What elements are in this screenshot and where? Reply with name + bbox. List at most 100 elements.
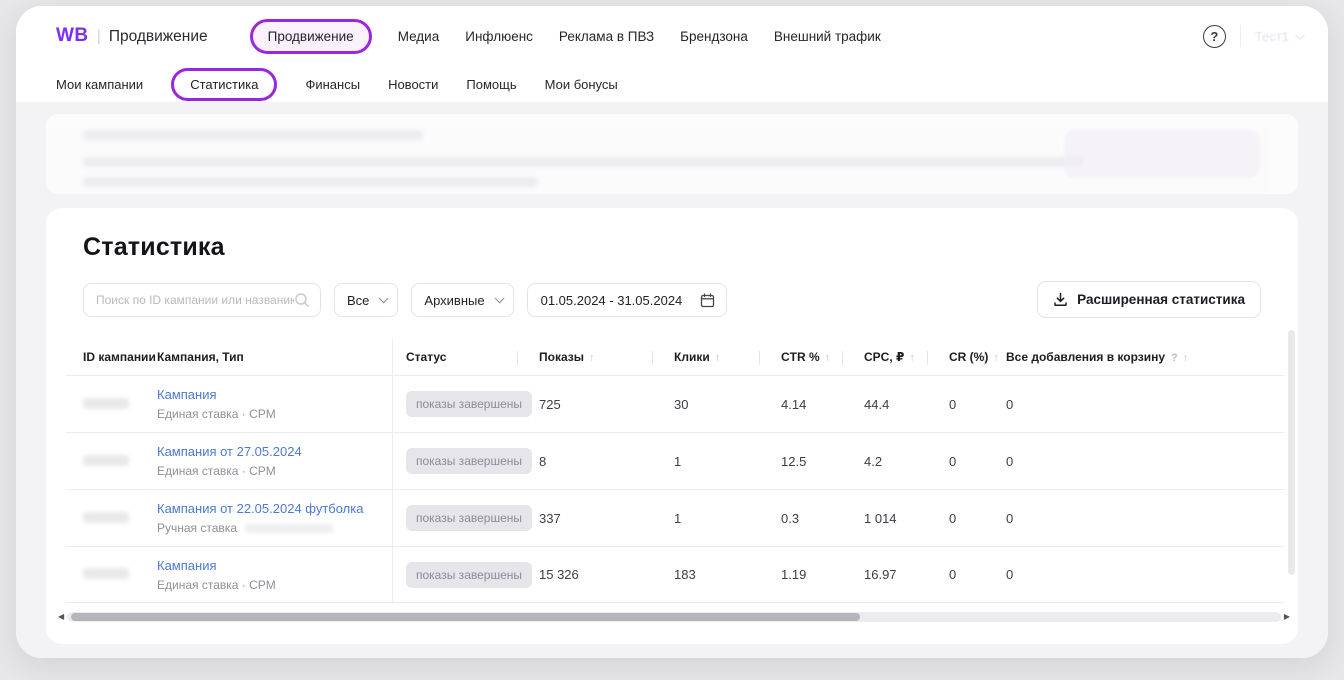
chevron-down-icon <box>379 293 389 303</box>
sort-asc-icon[interactable]: ↑ <box>825 352 831 364</box>
campaign-link[interactable]: Кампания <box>157 387 392 402</box>
help-icon[interactable]: ? <box>1171 352 1178 364</box>
campaign-id-redacted <box>83 567 157 582</box>
horizontal-scrollbar: ◀ ▶ <box>58 611 1290 623</box>
wb-logo[interactable]: WB | Продвижение <box>56 25 208 47</box>
date-range-picker[interactable]: 01.05.2024 - 31.05.2024 <box>527 283 727 317</box>
table-row: Кампания Единая ставка · CPM показы заве… <box>66 375 1284 432</box>
clicks-value: 1 <box>663 511 770 526</box>
extended-statistics-button[interactable]: Расширенная статистика <box>1037 281 1261 318</box>
campaign-link[interactable]: Кампания <box>157 558 392 573</box>
column-header-views[interactable]: Показы↑ <box>528 350 663 364</box>
page-content: Статистика Все Архивные 01.05.2024 - 31.… <box>16 102 1328 658</box>
column-header-cpc[interactable]: CPC, ₽↑ <box>853 350 938 364</box>
tab-my-campaigns[interactable]: Мои кампании <box>56 77 143 92</box>
cr-value: 0 <box>938 511 995 526</box>
views-value: 15 326 <box>528 567 663 582</box>
help-icon[interactable]: ? <box>1203 25 1226 48</box>
cart-adds-value: 0 <box>995 567 1284 582</box>
nav-item-promotion[interactable]: Продвижение <box>250 19 372 54</box>
nav-item-brandzone[interactable]: Брендзона <box>680 29 748 44</box>
cr-value: 0 <box>938 567 995 582</box>
chevron-down-icon <box>494 293 504 303</box>
campaign-type: Единая ставка · CPM <box>157 464 392 478</box>
filter-type-value: Все <box>347 293 369 308</box>
tab-help[interactable]: Помощь <box>466 77 516 92</box>
status-cell: показы завершены <box>392 547 528 602</box>
cart-adds-value: 0 <box>995 454 1284 469</box>
campaign-link[interactable]: Кампания от 27.05.2024 <box>157 444 392 459</box>
sort-asc-icon[interactable]: ↑ <box>715 352 721 364</box>
campaign-cell: Кампания от 22.05.2024 футболка Ручная с… <box>157 501 392 535</box>
app-window: WB | Продвижение Продвижение Медиа Инфлю… <box>16 6 1328 658</box>
column-divider <box>652 351 653 365</box>
user-menu[interactable]: Тест1 <box>1255 29 1302 44</box>
filter-archive-select[interactable]: Архивные <box>411 283 513 317</box>
nav-item-external-traffic[interactable]: Внешний трафик <box>774 29 881 44</box>
sort-asc-icon[interactable]: ↑ <box>909 352 915 364</box>
statistics-card: Статистика Все Архивные 01.05.2024 - 31.… <box>46 208 1298 644</box>
status-badge: показы завершены <box>406 391 532 417</box>
cr-value: 0 <box>938 397 995 412</box>
column-divider <box>842 351 843 365</box>
vertical-scrollbar[interactable] <box>1288 330 1295 575</box>
status-cell: показы завершены <box>392 433 528 489</box>
scrollbar-track[interactable] <box>67 612 1281 622</box>
scrollbar-thumb[interactable] <box>71 613 860 621</box>
campaign-type: Единая ставка · CPM <box>157 578 392 592</box>
table-row: Кампания Единая ставка · CPM показы заве… <box>66 546 1284 603</box>
ctr-value: 1.19 <box>770 567 853 582</box>
calendar-icon <box>700 293 715 308</box>
clicks-value: 183 <box>663 567 770 582</box>
column-header-ctr[interactable]: CTR %↑ <box>770 350 853 364</box>
tab-news[interactable]: Новости <box>388 77 438 92</box>
banner-faded-button[interactable] <box>1064 130 1260 178</box>
column-header-status: Статус <box>392 339 528 375</box>
status-badge: показы завершены <box>406 505 532 531</box>
tab-finances[interactable]: Финансы <box>305 77 360 92</box>
nav-item-media[interactable]: Медиа <box>398 29 440 44</box>
nav-item-pvz-ads[interactable]: Реклама в ПВЗ <box>559 29 654 44</box>
column-header-clicks[interactable]: Клики↑ <box>663 350 770 364</box>
column-divider <box>984 351 985 365</box>
views-value: 337 <box>528 511 663 526</box>
top-nav-right: ? Тест1 <box>1203 25 1302 48</box>
table-row: Кампания от 22.05.2024 футболка Ручная с… <box>66 489 1284 546</box>
sub-navigation: Мои кампании Статистика Финансы Новости … <box>16 66 1328 102</box>
top-navigation: WB | Продвижение Продвижение Медиа Инфлю… <box>16 6 1328 66</box>
top-nav-items: Продвижение Медиа Инфлюенс Реклама в ПВЗ… <box>250 29 881 44</box>
campaign-cell: Кампания от 27.05.2024 Единая ставка · C… <box>157 444 392 478</box>
search-input-wrapper <box>83 283 321 317</box>
scroll-left-icon[interactable]: ◀ <box>58 613 64 621</box>
campaign-link[interactable]: Кампания от 22.05.2024 футболка <box>157 501 392 516</box>
column-divider <box>927 351 928 365</box>
column-header-campaign-type: Кампания, Тип <box>157 350 392 364</box>
column-header-cr[interactable]: CR (%)↑ <box>938 350 995 364</box>
campaign-cell: Кампания Единая ставка · CPM <box>157 387 392 421</box>
ctr-value: 4.14 <box>770 397 853 412</box>
tab-statistics[interactable]: Статистика <box>171 68 277 101</box>
wb-logo-mark: WB <box>56 25 89 47</box>
campaign-id-redacted <box>83 454 157 469</box>
download-icon <box>1053 292 1068 307</box>
cpc-value: 44.4 <box>853 397 938 412</box>
logo-divider: | <box>97 28 101 46</box>
filter-type-select[interactable]: Все <box>334 283 398 317</box>
table-row: Кампания от 27.05.2024 Единая ставка · C… <box>66 432 1284 489</box>
campaign-type-redacted <box>245 524 333 533</box>
header-divider <box>1240 25 1241 47</box>
cart-adds-value: 0 <box>995 397 1284 412</box>
sort-asc-icon[interactable]: ↑ <box>1183 352 1189 364</box>
status-badge: показы завершены <box>406 448 532 474</box>
search-input[interactable] <box>96 293 294 307</box>
chevron-down-icon <box>1295 30 1305 40</box>
nav-item-influence[interactable]: Инфлюенс <box>465 29 533 44</box>
column-header-id: ID кампании <box>83 350 157 364</box>
search-icon <box>294 292 310 308</box>
clicks-value: 30 <box>663 397 770 412</box>
banner-blurred-title <box>83 130 423 140</box>
scroll-right-icon[interactable]: ▶ <box>1284 613 1290 621</box>
tab-my-bonuses[interactable]: Мои бонусы <box>545 77 618 92</box>
sort-asc-icon[interactable]: ↑ <box>589 352 595 364</box>
column-header-cart-adds[interactable]: Все добавления в корзину?↑ <box>995 350 1284 364</box>
